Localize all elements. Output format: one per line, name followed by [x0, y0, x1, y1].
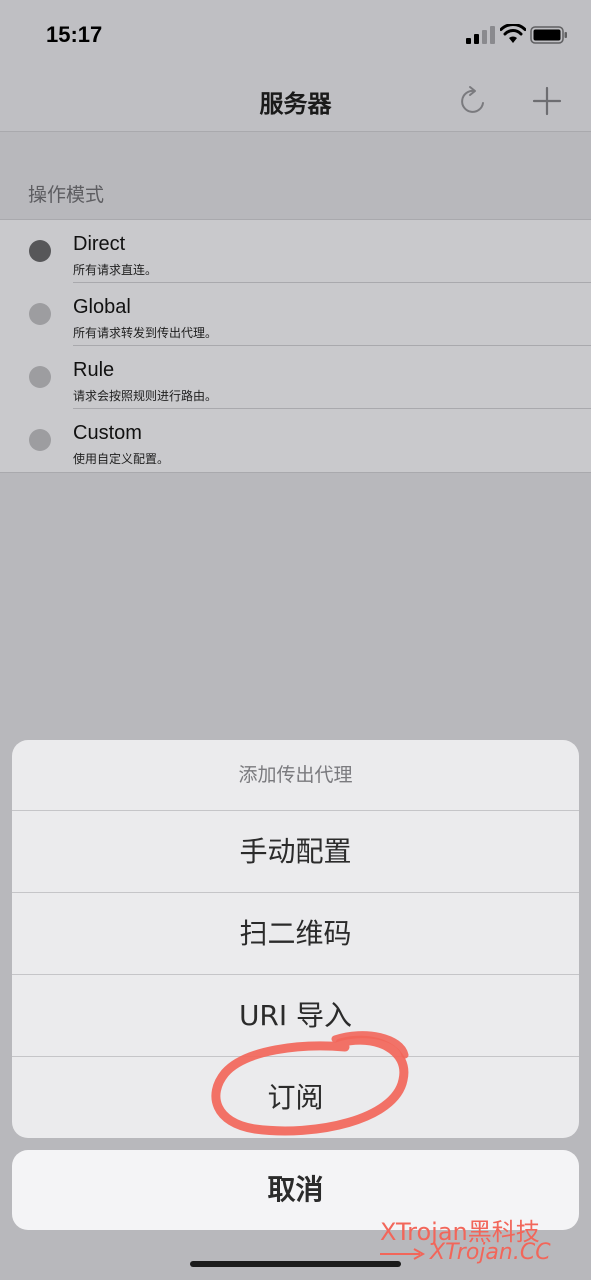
home-indicator	[190, 1261, 401, 1267]
mode-item-global[interactable]: Global 所有请求转发到传出代理。	[0, 283, 591, 346]
radio-unselected-icon	[29, 303, 51, 325]
section-header-mode: 操作模式	[28, 184, 105, 206]
battery-icon	[530, 26, 567, 44]
action-sheet: 添加传出代理 手动配置 扫二维码 URI 导入 订阅	[12, 740, 579, 1138]
mode-item-direct[interactable]: Direct 所有请求直连。	[0, 220, 591, 283]
cellular-signal-icon	[466, 26, 495, 44]
mode-subtitle: 所有请求直连。	[73, 263, 158, 277]
refresh-icon[interactable]	[456, 84, 490, 118]
page-title: 服务器	[259, 90, 332, 118]
mode-subtitle: 所有请求转发到传出代理。	[73, 326, 218, 340]
status-bar: 15:17	[0, 0, 591, 70]
action-sheet-title: 添加传出代理	[238, 764, 353, 786]
mode-title: Direct	[73, 233, 126, 255]
mode-subtitle: 使用自定义配置。	[73, 452, 170, 466]
arrow-right-icon	[380, 1248, 426, 1260]
mode-list: Direct 所有请求直连。 Global 所有请求转发到传出代理。 Rule …	[0, 219, 591, 473]
mode-title: Rule	[73, 359, 115, 381]
manual-config-button[interactable]: 手动配置	[12, 810, 579, 893]
mode-item-rule[interactable]: Rule 请求会按照规则进行路由。	[0, 346, 591, 409]
scan-qr-code-button[interactable]: 扫二维码	[12, 892, 579, 975]
uri-import-button[interactable]: URI 导入	[12, 974, 579, 1057]
radio-unselected-icon	[29, 366, 51, 388]
mode-title: Custom	[73, 422, 142, 444]
subscribe-button[interactable]: 订阅	[12, 1056, 579, 1138]
mode-title: Global	[73, 296, 131, 318]
mode-subtitle: 请求会按照规则进行路由。	[73, 389, 218, 403]
wifi-icon	[500, 24, 526, 43]
status-time: 15:17	[46, 22, 103, 47]
watermark-url: XTrojan.CC	[430, 1240, 551, 1265]
radio-unselected-icon	[29, 429, 51, 451]
radio-selected-icon	[29, 240, 51, 262]
mode-item-custom[interactable]: Custom 使用自定义配置。	[0, 409, 591, 472]
plus-icon[interactable]	[530, 84, 564, 118]
navigation-bar: 服务器	[0, 70, 591, 132]
